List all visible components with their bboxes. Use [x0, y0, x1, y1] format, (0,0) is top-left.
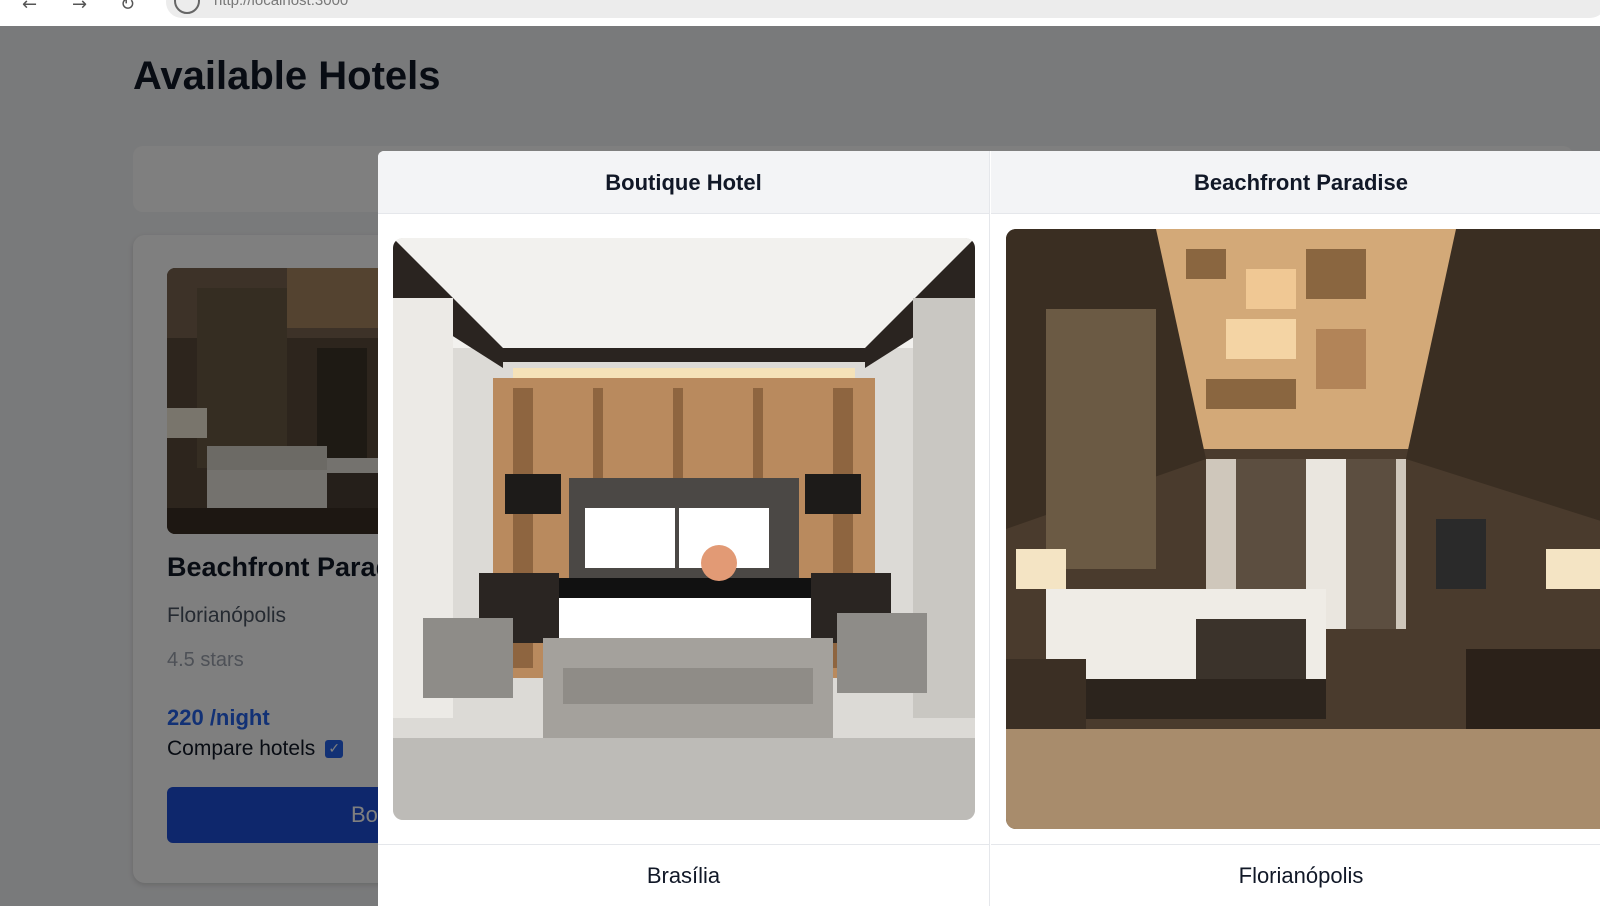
comparison-column: Boutique Hotel Brasília [378, 151, 990, 906]
reload-icon[interactable]: ↻ [120, 0, 135, 15]
hotel-room-image [393, 238, 975, 820]
column-hotel-name: Boutique Hotel [378, 151, 989, 214]
hotel-photo [393, 238, 975, 820]
column-hotel-name: Beachfront Paradise [991, 151, 1600, 214]
row-divider [378, 844, 989, 845]
address-bar[interactable]: http://localhost:3000 [166, 0, 1600, 18]
comparison-column: Beachfront Paradise Florianópolis [991, 151, 1600, 906]
row-divider [991, 844, 1600, 845]
forward-icon[interactable]: → [72, 0, 87, 15]
hotel-room-image [1006, 229, 1600, 829]
column-hotel-city: Florianópolis [1238, 863, 1364, 888]
back-icon[interactable]: ← [22, 0, 37, 15]
comparison-modal: Boutique Hotel Brasília Beachfront Parad… [378, 151, 1600, 906]
url-text[interactable]: http://localhost:3000 [214, 0, 348, 9]
hotel-photo [1006, 229, 1600, 829]
browser-toolbar: ← → ↻ http://localhost:3000 [0, 0, 1600, 26]
column-hotel-city: Brasília [646, 863, 721, 888]
site-info-icon[interactable] [174, 0, 200, 14]
